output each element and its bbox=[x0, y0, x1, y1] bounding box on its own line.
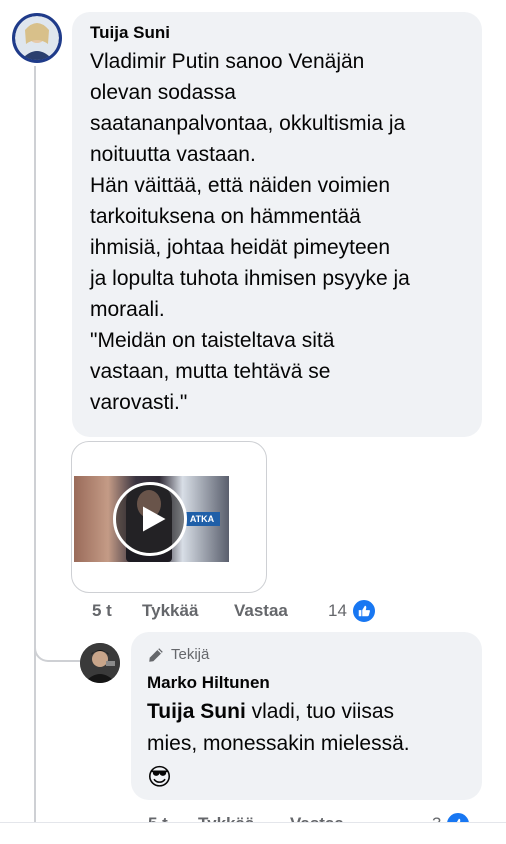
author-badge-label: Tekijä bbox=[171, 646, 210, 663]
reply-bubble: Tekijä Marko Hiltunen Tuija Suni vladi, … bbox=[131, 632, 482, 800]
thumbnail-banner: ATKA bbox=[184, 512, 220, 526]
like-button[interactable]: Tykkää bbox=[142, 601, 234, 621]
mention-link[interactable]: Tuija Suni bbox=[147, 700, 246, 723]
author-badge: Tekijä bbox=[147, 644, 466, 666]
thumbs-up-icon bbox=[350, 598, 377, 624]
video-attachment[interactable]: ATKA bbox=[71, 441, 267, 593]
comment-bubble: Tuija Suni Vladimir Putin sanoo Venäjän … bbox=[72, 12, 482, 437]
play-icon bbox=[143, 506, 166, 532]
video-thumbnail[interactable]: ATKA bbox=[74, 476, 229, 562]
pencil-icon bbox=[149, 648, 163, 662]
thread-line bbox=[34, 66, 36, 826]
comment-author[interactable]: Tuija Suni bbox=[90, 22, 466, 44]
bottom-edge bbox=[0, 822, 506, 844]
reply-button[interactable]: Vastaa bbox=[234, 601, 328, 621]
play-button[interactable] bbox=[113, 482, 187, 556]
reply-author[interactable]: Marko Hiltunen bbox=[147, 672, 466, 694]
comment-timestamp[interactable]: 5 t bbox=[92, 601, 142, 621]
avatar[interactable] bbox=[80, 643, 120, 683]
reply-text: Tuija Suni vladi, tuo viisas mies, mones… bbox=[147, 696, 466, 760]
emoji: 😎 bbox=[147, 763, 173, 791]
reaction-count: 14 bbox=[328, 601, 347, 620]
comment-actions: 5 t Tykkää Vastaa 14 bbox=[92, 598, 377, 624]
reply-thread-connector bbox=[34, 628, 80, 662]
avatar[interactable] bbox=[12, 13, 62, 63]
comment-text: Vladimir Putin sanoo Venäjän olevan soda… bbox=[90, 50, 410, 414]
reaction-summary[interactable]: 14 bbox=[328, 598, 377, 624]
